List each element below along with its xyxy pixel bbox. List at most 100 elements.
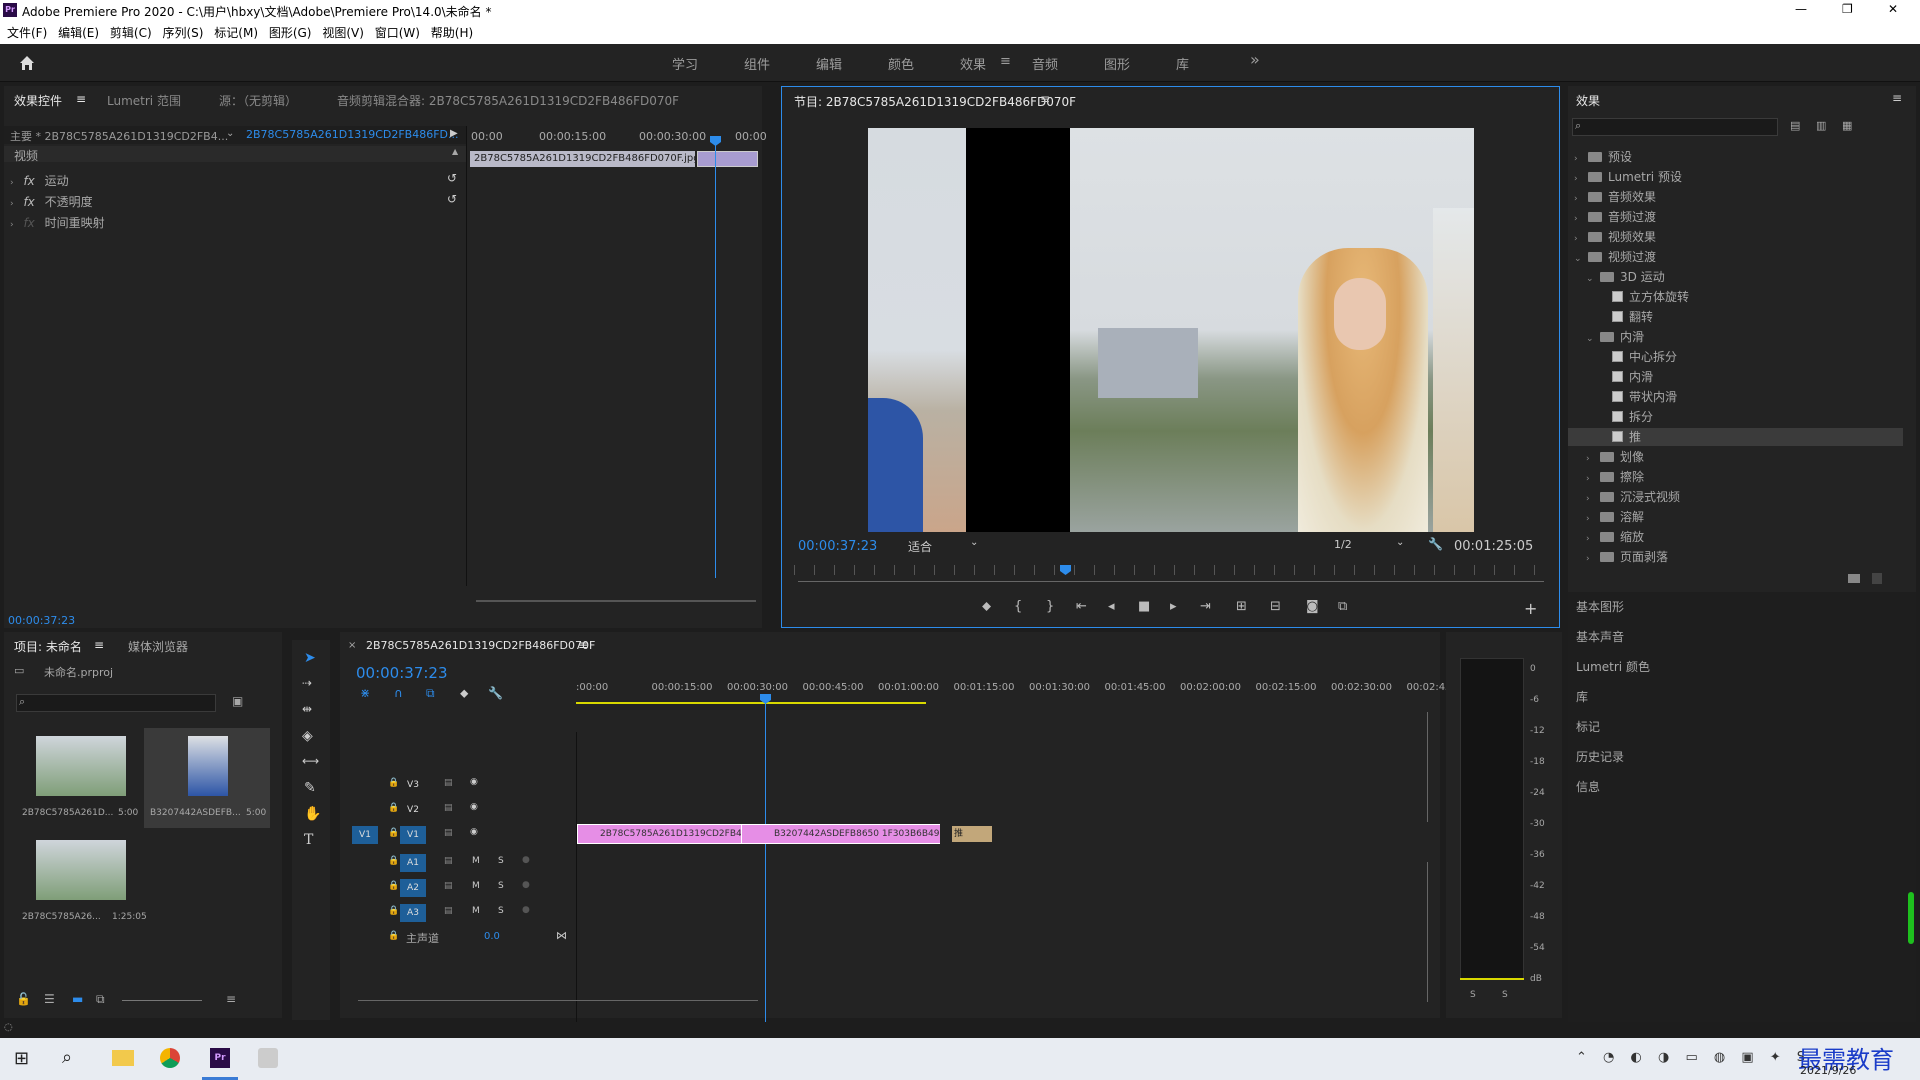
panel-menu-icon[interactable]: ≡ [94,638,104,652]
hamburger-icon[interactable]: ≡ [1000,54,1011,69]
premiere-taskbar-icon[interactable]: Pr [210,1048,230,1068]
sync-lock-icon[interactable]: ▤ [444,828,453,838]
mute-button[interactable]: M [472,881,480,891]
go-to-end-icon[interactable]: ⋈ [556,929,567,942]
track-v2[interactable]: 🔒 V2 ▤ ◉ [340,799,576,821]
timeline-playhead[interactable] [765,696,766,1022]
section-markers[interactable]: 标记 [1576,718,1600,735]
mic-icon[interactable]: ● [522,905,530,915]
yuv-effects-icon[interactable]: ▦ [1842,119,1852,132]
effects-search-input[interactable]: ⌕ [1572,118,1778,136]
effect-item[interactable]: 拆分 [1568,408,1903,426]
reset-icon[interactable]: ↺ [447,192,457,206]
effect-folder[interactable]: › 划像 [1568,448,1903,466]
effect-folder[interactable]: › 音频效果 [1568,188,1903,206]
timeline-clip[interactable]: B3207442ASDEFB8650 1F303B6B497DD8 [742,824,940,844]
search-icon[interactable]: ⌕ [62,1047,72,1068]
close-button[interactable]: ✕ [1888,2,1898,16]
nest-icon[interactable]: ⋇ [360,686,370,700]
scroll-up-icon[interactable]: ▲ [452,147,458,156]
mark-in-icon[interactable]: { [1014,599,1022,614]
lock-icon[interactable]: 🔒 [388,881,399,891]
workspace-libraries[interactable]: 库 [1176,54,1189,73]
track-a1[interactable]: 🔒 A1 ▤ M S ● [340,852,576,874]
track-v1[interactable]: V1 🔒 V1 ▤ ◉ [340,824,576,846]
quality-dropdown[interactable]: 1/2 ⌄ [1328,535,1408,555]
compare-icon[interactable]: ⧉ [1338,599,1347,614]
panel-menu-icon[interactable]: ≡ [1040,92,1050,106]
section-lumetri-color[interactable]: Lumetri 颜色 [1576,658,1650,675]
add-marker-icon[interactable]: ⬥ [982,599,991,614]
track-a3[interactable]: 🔒 A3 ▤ M S ● [340,902,576,924]
effect-motion[interactable]: › fx 运动 [10,172,69,189]
mark-out-icon[interactable]: } [1046,599,1054,614]
app-taskbar-icon[interactable] [258,1048,278,1068]
wrench-icon[interactable]: 🔧 [488,686,503,700]
effect-folder[interactable]: › 溶解 [1568,508,1903,526]
explorer-taskbar-icon[interactable] [112,1050,134,1066]
sync-lock-icon[interactable]: ▤ [444,856,453,866]
sync-lock-icon[interactable]: ▤ [444,906,453,916]
chevron-down-icon[interactable]: ⌄ [226,128,234,139]
tab-media-browser[interactable]: 媒体浏览器 [128,638,188,655]
menu-sequence[interactable]: 序列(S) [162,22,203,44]
go-to-out-icon[interactable]: ⇥ [1200,599,1211,614]
pen-tool-icon[interactable]: ✎ [304,780,316,796]
effect-item[interactable]: 立方体旋转 [1568,288,1903,306]
windows-start-icon[interactable]: ⊞ [14,1048,29,1069]
workspace-graphics[interactable]: 图形 [1104,54,1130,73]
vertical-scrollbar[interactable] [1427,862,1428,1002]
effect-folder[interactable]: ⌄ 视频过渡 [1568,248,1903,266]
track-v3[interactable]: 🔒 V3 ▤ ◉ [340,774,576,796]
go-to-in-icon[interactable]: ⇤ [1076,599,1087,614]
effect-folder[interactable]: › 沉浸式视频 [1568,488,1903,506]
effect-folder[interactable]: › 音频过渡 [1568,208,1903,226]
snap-icon[interactable]: ∩ [394,686,403,700]
step-forward-icon[interactable]: ▸ [1170,599,1177,614]
close-icon[interactable]: × [348,640,356,651]
effect-item[interactable]: 中心拆分 [1568,348,1903,366]
list-view-icon[interactable]: ☰ [44,992,55,1006]
tab-lumetri-scopes[interactable]: Lumetri 范围 [107,92,181,109]
menu-window[interactable]: 窗口(W) [375,22,420,44]
effect-folder[interactable]: › Lumetri 预设 [1568,168,1903,186]
marker-icon[interactable]: ⬥ [460,686,468,701]
linked-selection-icon[interactable]: ⧉ [426,686,435,701]
new-bin-icon[interactable] [1848,574,1860,583]
horizontal-scrollbar[interactable] [476,600,756,602]
effect-item[interactable]: 内滑 [1568,368,1903,386]
lock-icon[interactable]: 🔒 [388,856,399,866]
mute-button[interactable]: M [472,856,480,866]
lock-icon[interactable]: 🔒 [388,906,399,916]
timeline-clip[interactable]: 2B78C5785A261D1319CD2FB486 [577,824,742,844]
icon-view-icon[interactable]: ▬ [72,992,83,1006]
track-select-icon[interactable]: ⇢ [302,676,312,690]
more-workspaces-icon[interactable]: » [1250,50,1260,69]
menu-help[interactable]: 帮助(H) [431,22,473,44]
solo-left-button[interactable]: S [1470,990,1476,1000]
lock-icon[interactable]: 🔒 [388,931,399,941]
wrench-icon[interactable]: 🔧 [1428,537,1443,551]
delete-icon[interactable] [1872,573,1882,584]
solo-button[interactable]: S [498,906,504,916]
menu-marker[interactable]: 标记(M) [214,22,258,44]
master-track[interactable]: 🔒 主声道 0.0 ⋈ [340,927,576,949]
tab-source[interactable]: 源：（无剪辑） [219,92,297,109]
workspace-effects[interactable]: 效果 [960,54,986,73]
effect-folder[interactable]: ⌄ 3D 运动 [1568,268,1903,286]
mic-icon[interactable]: ● [522,855,530,865]
hand-tool-icon[interactable]: ✋ [304,806,321,822]
section-essential-sound[interactable]: 基本声音 [1576,628,1624,645]
scrub-bar[interactable] [794,565,1546,575]
workspace-audio[interactable]: 音频 [1032,54,1058,73]
effect-folder[interactable]: › 视频效果 [1568,228,1903,246]
workspace-color[interactable]: 颜色 [888,54,914,73]
effect-item[interactable]: 带状内滑 [1568,388,1903,406]
menu-clip[interactable]: 剪辑(C) [110,22,152,44]
ripple-edit-icon[interactable]: ⇹ [302,702,312,716]
razor-tool-icon[interactable]: ◈ [302,728,313,744]
solo-button[interactable]: S [498,856,504,866]
eye-icon[interactable]: ◉ [470,802,478,812]
section-libraries[interactable]: 库 [1576,688,1588,705]
new-bin-icon[interactable]: ▣ [232,694,243,708]
